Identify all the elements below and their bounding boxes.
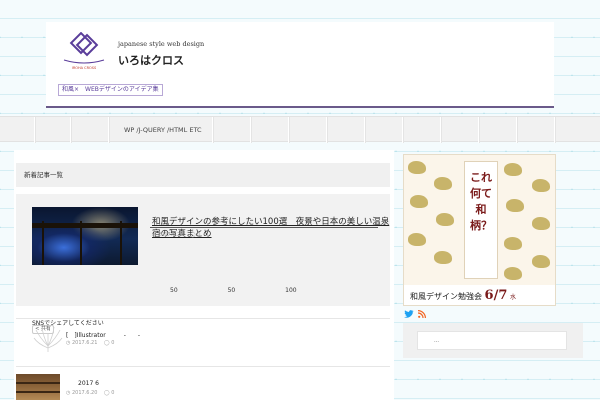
list-divider	[16, 366, 390, 367]
twitter-icon[interactable]	[404, 310, 414, 318]
featured-post-excerpt: 50 50 100	[170, 287, 297, 294]
ad-date: 6/7	[484, 288, 508, 303]
pattern-bird	[504, 163, 522, 176]
list-divider	[16, 318, 390, 319]
ad-headline-tag: これ何て和柄？	[464, 161, 498, 279]
nav-separator	[70, 117, 71, 143]
pattern-bird	[504, 267, 522, 280]
pattern-bird	[506, 199, 524, 212]
site-tagline: japanese style web design	[118, 40, 205, 48]
main-content: 新着記事一覧 和風デザインの参考にしたい100選 夜景や日本の美しい温泉宿の写真…	[14, 150, 394, 400]
nav-item-wp-jquery-html[interactable]: WP /J-QUERY /HTML ETC	[124, 126, 202, 134]
pattern-bird	[504, 237, 522, 250]
comment-icon: ◯	[99, 340, 112, 346]
shelf-line	[16, 391, 60, 393]
nav-separator	[440, 117, 441, 143]
post-date: ◷ 2017.6.21 ◯ 0	[66, 340, 115, 346]
site-header: IROHA CROSS japanese style web design いろ…	[46, 22, 554, 108]
nav-separator	[516, 117, 517, 143]
post-title[interactable]: [ ]Illustrator - -	[66, 330, 140, 339]
pattern-bird	[532, 217, 550, 230]
pattern-bird	[532, 255, 550, 268]
thumbnail-post	[120, 221, 122, 265]
nav-separator	[108, 117, 109, 143]
nav-separator	[402, 117, 403, 143]
nav-separator	[554, 117, 555, 143]
pattern-bird	[410, 195, 428, 208]
ad-headline: これ何て和柄？	[470, 171, 492, 232]
comment-icon: ◯	[99, 390, 112, 396]
post-title[interactable]: 2017 6	[78, 380, 99, 387]
ad-weekday: 水	[509, 294, 516, 301]
sidebar-banner-ad[interactable]: これ何て和柄？ 和風デザイン勉強会 6/7 水	[403, 154, 556, 306]
site-title[interactable]: いろはクロス	[118, 52, 184, 68]
sidebar-search-box	[403, 323, 583, 358]
thumbnail-post	[42, 221, 44, 265]
thumbnail-beam	[32, 223, 138, 228]
nav-separator	[34, 117, 35, 143]
nav-separator	[364, 117, 365, 143]
pattern-bird	[532, 179, 550, 192]
ad-footer-text: 和風デザイン勉強会	[410, 292, 482, 301]
lotus-thumbnail[interactable]	[32, 324, 64, 356]
featured-post-date: ◷ 2017.6.22 ◯ 0	[152, 232, 201, 238]
header-note: 和風× WEBデザインのアイデア集	[58, 84, 163, 96]
pattern-bird	[408, 161, 426, 174]
comment-icon: ◯	[185, 232, 198, 238]
bookshelf-thumbnail[interactable]	[16, 374, 60, 400]
section-title: 新着記事一覧	[16, 163, 390, 187]
shelf-line	[16, 382, 60, 384]
pattern-bird	[434, 251, 452, 264]
rss-icon[interactable]	[418, 310, 426, 318]
title-divider	[150, 227, 378, 228]
nav-separator	[478, 117, 479, 143]
featured-post: 和風デザインの参考にしたい100選 夜景や日本の美しい温泉宿の写真まとめ ◷ 2…	[16, 194, 390, 334]
nav-separator	[250, 117, 251, 143]
svg-text:IROHA CROSS: IROHA CROSS	[72, 66, 97, 70]
featured-post-thumbnail[interactable]	[32, 207, 138, 265]
global-nav: WP /J-QUERY /HTML ETC	[0, 116, 600, 143]
logo-mark: IROHA CROSS	[63, 31, 105, 70]
nav-separator	[212, 117, 213, 143]
search-input[interactable]	[417, 331, 567, 350]
post-date: ◷ 2017.6.20 ◯ 0	[66, 390, 115, 396]
pattern-bird	[434, 177, 452, 190]
pattern-bird	[408, 233, 426, 246]
thumbnail-post	[80, 221, 82, 265]
site-logo[interactable]: IROHA CROSS	[56, 31, 112, 72]
nav-separator	[288, 117, 289, 143]
pattern-bird	[436, 213, 454, 226]
ad-footer: 和風デザイン勉強会 6/7 水	[404, 285, 555, 305]
nav-separator	[326, 117, 327, 143]
